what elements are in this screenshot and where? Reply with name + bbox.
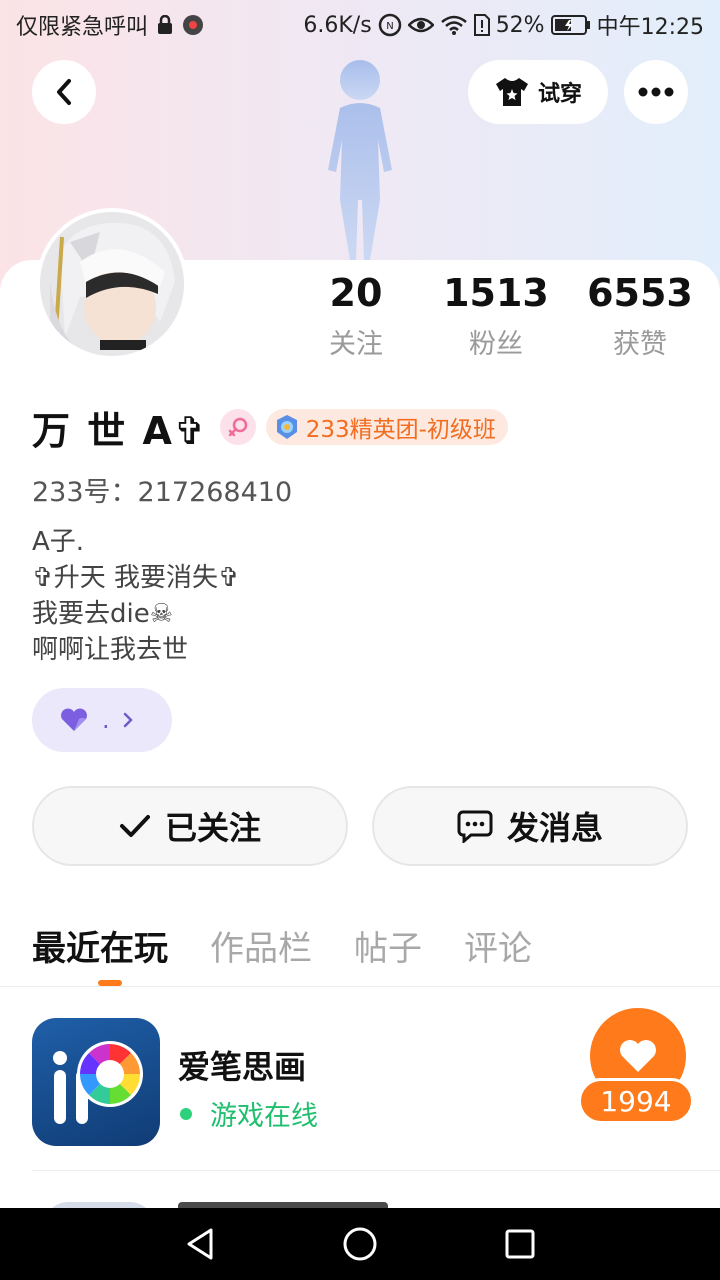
bio-line: A子. — [32, 527, 85, 557]
stat-followers[interactable]: 1513 粉丝 — [440, 270, 552, 361]
group-medal-icon — [276, 415, 297, 439]
heart-icon — [620, 1040, 656, 1072]
bio-line: ✞升天 我要消失✞ — [32, 563, 240, 593]
bio-line: 我要去die☠ — [32, 599, 174, 629]
svg-text:N: N — [386, 21, 393, 32]
online-dot-icon — [180, 1107, 192, 1120]
likes-count: 6553 — [587, 271, 693, 315]
bio-line: 啊啊让我去世 — [32, 635, 189, 665]
purple-heart-icon — [61, 708, 87, 731]
likes-label: 获赞 — [613, 329, 667, 360]
name-row: 万 世 A✞ 233精英团-初级班 — [32, 404, 508, 453]
chevron-right-icon — [123, 712, 133, 728]
send-message-label: 发消息 — [506, 809, 603, 847]
system-navigation-bar — [0, 1208, 720, 1280]
following-button[interactable]: 已关注 — [32, 786, 348, 866]
data-icon: N — [378, 13, 402, 37]
group-badge-label: 233精英团-初级班 — [305, 417, 496, 443]
battery-percent: 52% — [495, 12, 545, 38]
battery-charging-icon — [550, 14, 591, 36]
like-count: 1994 — [578, 1078, 694, 1124]
game-name: 爱笔思画 — [178, 1048, 307, 1086]
game-like-button[interactable]: 1994 — [578, 1008, 696, 1128]
group-badge[interactable]: 233精英团-初级班 — [265, 409, 508, 445]
avatar-image — [40, 212, 184, 356]
row-divider — [32, 1170, 720, 1171]
tshirt-icon — [495, 78, 528, 106]
ibis-paint-app-icon — [32, 1018, 160, 1146]
square-recents-icon — [505, 1229, 535, 1259]
nav-recents-button[interactable] — [480, 1208, 560, 1280]
tab-works[interactable]: 作品栏 — [210, 921, 312, 970]
user-name: 万 世 A✞ — [32, 408, 208, 453]
back-button[interactable] — [32, 60, 96, 124]
avatar[interactable] — [36, 208, 188, 360]
more-dots-icon — [638, 87, 674, 97]
tab-comments[interactable]: 评论 — [464, 921, 532, 970]
record-icon — [182, 14, 204, 36]
sim-alert-icon — [473, 14, 490, 36]
female-gender-icon — [219, 409, 256, 445]
bio: A子. ✞升天 我要消失✞ 我要去die☠ 啊啊让我去世 — [32, 524, 240, 668]
chevron-left-icon — [57, 79, 71, 105]
following-count: 20 — [329, 271, 383, 315]
avatar-hologram-figure — [328, 60, 392, 260]
circle-home-icon — [343, 1227, 377, 1261]
tabs-divider — [0, 986, 720, 987]
network-speed: 6.6K/s — [303, 12, 372, 38]
stat-following[interactable]: 20 关注 — [322, 270, 390, 361]
try-on-label: 试穿 — [537, 82, 582, 107]
tab-posts[interactable]: 帖子 — [354, 921, 422, 970]
triangle-back-icon — [187, 1228, 213, 1260]
game-status: 游戏在线 — [178, 1094, 318, 1133]
following-label: 关注 — [329, 329, 383, 360]
profile-tabs: 最近在玩 作品栏 帖子 评论 — [32, 920, 532, 970]
interest-tag-pill[interactable]: . — [32, 688, 172, 752]
following-button-label: 已关注 — [164, 809, 261, 847]
tab-recently-played[interactable]: 最近在玩 — [32, 921, 168, 970]
chat-bubble-icon — [457, 810, 493, 843]
followers-label: 粉丝 — [469, 329, 523, 360]
nav-back-button[interactable] — [160, 1208, 240, 1280]
game-status-label: 游戏在线 — [210, 1101, 318, 1132]
user-id[interactable]: 233号：217268410 — [32, 470, 292, 509]
carrier-text: 仅限紧急呼叫 — [16, 15, 149, 40]
clock: 中午12:25 — [596, 15, 704, 40]
game-list-item[interactable]: 爱笔思画 游戏在线 1994 — [32, 1008, 694, 1148]
tag-text: . — [102, 706, 110, 734]
wifi-icon — [440, 14, 468, 36]
stat-likes[interactable]: 6553 获赞 — [584, 270, 696, 361]
status-bar: 仅限紧急呼叫 6.6K/s N 52% 中午12:25 — [0, 0, 720, 50]
eye-icon — [407, 15, 434, 35]
lock-icon — [156, 15, 174, 35]
checkmark-icon — [119, 815, 150, 837]
followers-count: 1513 — [443, 271, 549, 315]
try-on-button[interactable]: 试穿 — [468, 60, 608, 124]
send-message-button[interactable]: 发消息 — [372, 786, 688, 866]
nav-home-button[interactable] — [320, 1208, 400, 1280]
more-options-button[interactable] — [624, 60, 688, 124]
